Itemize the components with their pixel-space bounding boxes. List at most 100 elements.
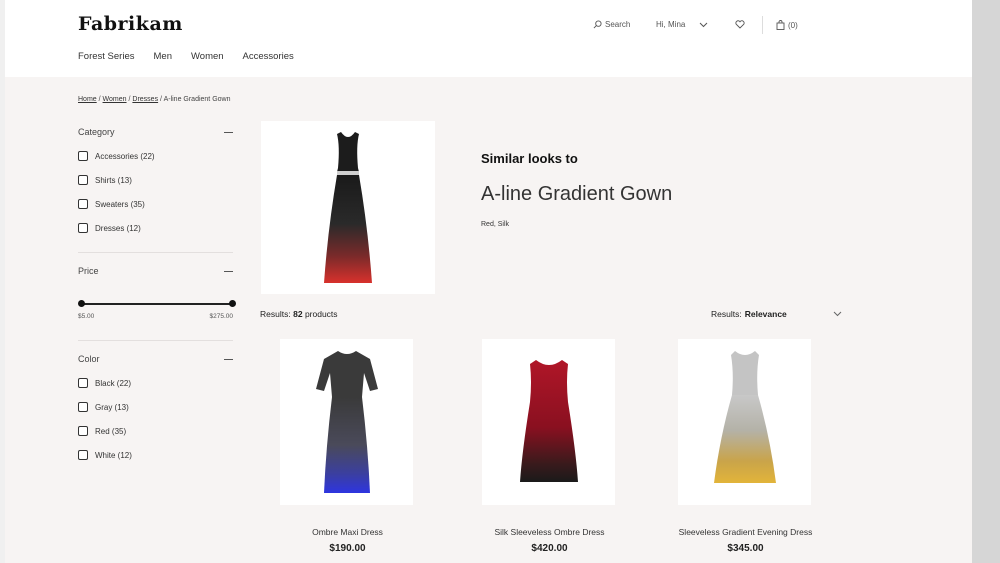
chevron-down-icon xyxy=(699,22,708,28)
nav-item-women[interactable]: Women xyxy=(191,51,224,62)
checkbox[interactable] xyxy=(78,175,88,185)
sleeveless-gradient-evening-dress-illustration xyxy=(713,351,776,483)
filter-option-shirts[interactable]: Shirts (13) xyxy=(78,174,233,186)
breadcrumb-separator: / xyxy=(128,96,131,103)
product-image[interactable] xyxy=(280,339,413,505)
filter-option-dresses[interactable]: Dresses (12) xyxy=(78,222,233,234)
filter-option-white[interactable]: White (12) xyxy=(78,449,233,461)
product-image[interactable] xyxy=(678,339,811,505)
results-suffix: products xyxy=(304,309,338,319)
filter-option-label: Dresses (12) xyxy=(95,223,141,233)
price-max-handle[interactable] xyxy=(229,300,236,307)
filter-option-label: Gray (13) xyxy=(95,402,129,412)
reference-product-name: A-line Gradient Gown xyxy=(481,183,673,205)
filter-option-label: White (12) xyxy=(95,450,132,460)
price-min-handle[interactable] xyxy=(78,300,85,307)
price-min-label: $5.00 xyxy=(78,313,95,320)
category-filter-title: Category xyxy=(78,127,115,137)
cart-button[interactable]: (0) xyxy=(776,20,798,30)
header-divider xyxy=(762,16,763,34)
color-filter: Color Black (22) Gray (13) Red (35) Whit… xyxy=(78,353,233,461)
reference-product-attributes: Red, Silk xyxy=(481,221,510,228)
filter-option-label: Accessories (22) xyxy=(95,151,155,161)
product-price: $420.00 xyxy=(531,543,568,554)
price-filter: Price xyxy=(78,265,233,277)
filter-divider xyxy=(78,252,233,253)
checkbox[interactable] xyxy=(78,151,88,161)
nav-item-men[interactable]: Men xyxy=(154,51,172,62)
search-button[interactable]: Search xyxy=(593,20,630,29)
checkbox[interactable] xyxy=(78,450,88,460)
breadcrumb-dresses[interactable]: Dresses xyxy=(132,96,158,103)
price-max-label: $275.00 xyxy=(209,313,234,320)
checkbox[interactable] xyxy=(78,223,88,233)
product-price: $345.00 xyxy=(727,543,764,554)
breadcrumb-current: A-line Gradient Gown xyxy=(163,96,231,103)
filter-divider xyxy=(78,340,233,341)
product-card[interactable]: Sleeveless Gradient Evening Dress $345.0… xyxy=(678,339,813,554)
price-filter-header[interactable]: Price xyxy=(78,265,233,277)
product-image[interactable] xyxy=(482,339,615,505)
price-range-slider[interactable] xyxy=(78,300,236,307)
filter-option-label: Red (35) xyxy=(95,426,127,436)
product-card[interactable]: Silk Sleeveless Ombre Dress $420.00 xyxy=(482,339,617,554)
breadcrumb-home[interactable]: Home xyxy=(78,96,97,103)
collapse-icon[interactable] xyxy=(224,270,233,272)
greeting-text: Hi, Mina xyxy=(656,20,686,29)
breadcrumb-women[interactable]: Women xyxy=(103,96,127,103)
product-name[interactable]: Silk Sleeveless Ombre Dress xyxy=(482,527,617,537)
chevron-down-icon xyxy=(833,309,842,319)
nav-item-forest-series[interactable]: Forest Series xyxy=(78,51,135,62)
main-nav: Forest Series Men Women Accessories xyxy=(78,51,294,62)
color-filter-title: Color xyxy=(78,354,100,364)
cart-count: (0) xyxy=(788,20,798,30)
window-gutter xyxy=(972,0,1000,563)
filter-option-label: Sweaters (35) xyxy=(95,199,145,209)
shopping-bag-icon xyxy=(776,20,785,30)
search-label: Search xyxy=(605,20,631,29)
nav-item-accessories[interactable]: Accessories xyxy=(243,51,294,62)
color-filter-header[interactable]: Color xyxy=(78,353,233,365)
category-filter-header[interactable]: Category xyxy=(78,126,233,138)
page: Fabrikam Forest Series Men Women Accesso… xyxy=(5,0,972,563)
product-price: $190.00 xyxy=(329,543,366,554)
site-header: Fabrikam Forest Series Men Women Accesso… xyxy=(5,0,972,77)
brand-logo[interactable]: Fabrikam xyxy=(78,13,183,35)
ombre-maxi-dress-illustration xyxy=(315,351,378,493)
breadcrumb-separator: / xyxy=(160,96,162,103)
category-filter: Category Accessories (22) Shirts (13) Sw… xyxy=(78,126,233,234)
filter-option-gray[interactable]: Gray (13) xyxy=(78,401,233,413)
results-prefix: Results: xyxy=(260,309,291,319)
results-number: 82 xyxy=(293,309,303,319)
sort-prefix: Results: xyxy=(711,309,742,319)
filter-option-label: Shirts (13) xyxy=(95,175,132,185)
checkbox[interactable] xyxy=(78,199,88,209)
product-name[interactable]: Ombre Maxi Dress xyxy=(280,527,415,537)
product-card[interactable]: Ombre Maxi Dress $190.00 xyxy=(280,339,415,554)
price-filter-title: Price xyxy=(78,266,99,276)
account-menu[interactable]: Hi, Mina xyxy=(656,20,708,29)
product-name[interactable]: Sleeveless Gradient Evening Dress xyxy=(678,527,813,537)
price-range-labels: $5.00 $275.00 xyxy=(78,313,233,320)
results-count: Results: 82 products xyxy=(260,309,338,319)
filter-option-black[interactable]: Black (22) xyxy=(78,377,233,389)
heart-icon xyxy=(735,20,745,29)
similar-looks-heading: Similar looks to xyxy=(481,151,578,166)
silk-sleeveless-ombre-dress-illustration xyxy=(519,360,578,482)
collapse-icon[interactable] xyxy=(224,358,233,360)
checkbox[interactable] xyxy=(78,426,88,436)
collapse-icon[interactable] xyxy=(224,131,233,133)
gradient-gown-illustration xyxy=(324,131,372,283)
breadcrumb: Home / Women / Dresses / A-line Gradient… xyxy=(78,96,230,103)
filter-option-accessories[interactable]: Accessories (22) xyxy=(78,150,233,162)
filter-option-sweaters[interactable]: Sweaters (35) xyxy=(78,198,233,210)
sort-dropdown[interactable]: Results: Relevance xyxy=(711,309,842,319)
reference-product-image xyxy=(261,121,435,294)
filter-option-red[interactable]: Red (35) xyxy=(78,425,233,437)
checkbox[interactable] xyxy=(78,402,88,412)
breadcrumb-separator: / xyxy=(98,96,101,103)
search-icon xyxy=(593,20,602,29)
filter-option-label: Black (22) xyxy=(95,378,132,388)
checkbox[interactable] xyxy=(78,378,88,388)
wishlist-button[interactable] xyxy=(735,20,745,29)
